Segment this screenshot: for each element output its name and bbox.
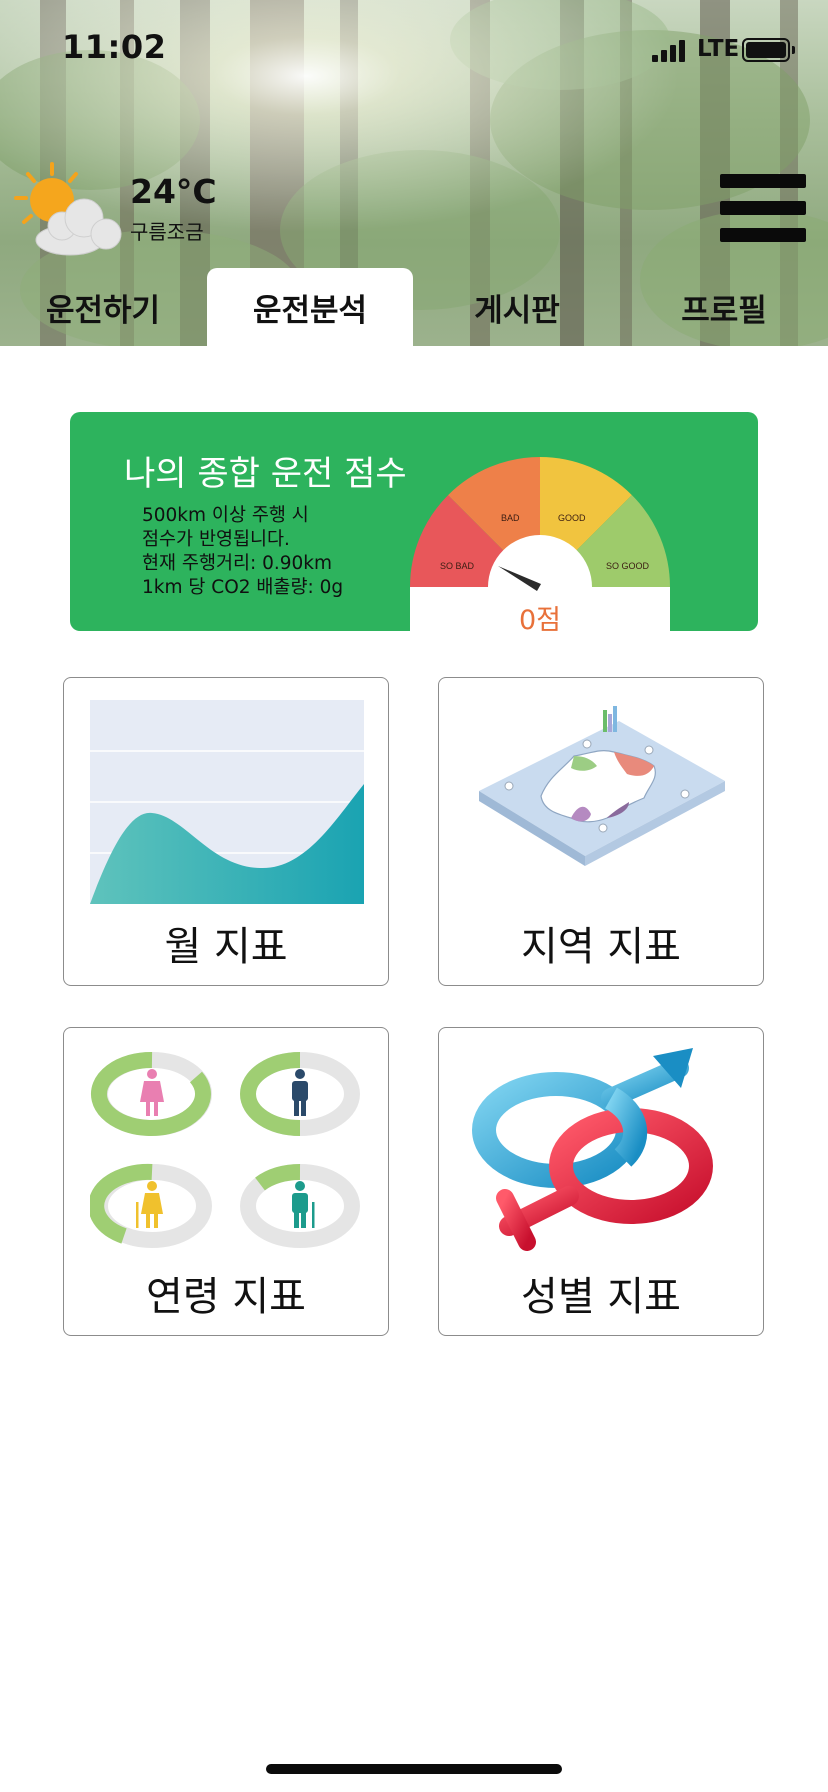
age-index-label: 연령 지표 bbox=[146, 1274, 306, 1320]
age-donut-icons bbox=[90, 1051, 360, 1248]
tab-board[interactable]: 게시판 bbox=[414, 268, 620, 346]
regional-index-tile[interactable]: 지역 지표 bbox=[438, 677, 764, 986]
gauge-label-so-bad: SO BAD bbox=[440, 561, 475, 571]
signal-icon bbox=[652, 40, 685, 62]
elderly-man-icon bbox=[292, 1181, 315, 1228]
area-chart-icon bbox=[90, 700, 364, 904]
woman-icon bbox=[140, 1069, 164, 1116]
man-icon bbox=[292, 1069, 308, 1116]
score-desc-line: 1km 당 CO2 배출량: 0g bbox=[142, 577, 344, 598]
gender-index-label: 성별 지표 bbox=[521, 1274, 681, 1320]
score-value: 0점 bbox=[518, 605, 562, 631]
regional-index-label: 지역 지표 bbox=[521, 924, 681, 970]
tab-driving-analysis[interactable]: 운전분석 bbox=[207, 268, 413, 346]
gauge-label-good: GOOD bbox=[558, 513, 586, 523]
clock: 11:02 bbox=[62, 28, 167, 66]
gauge-label-so-good: SO GOOD bbox=[606, 561, 650, 571]
driving-score-card[interactable]: 나의 종합 운전 점수 500km 이상 주행 시 점수가 반영됩니다. 현재 … bbox=[70, 412, 758, 631]
tab-profile[interactable]: 프로필 bbox=[621, 268, 827, 346]
hamburger-menu-icon[interactable] bbox=[720, 174, 806, 242]
monthly-index-tile[interactable]: 월 지표 bbox=[63, 677, 389, 986]
network-type: LTE bbox=[697, 36, 740, 62]
age-index-tile[interactable]: 연령 지표 bbox=[63, 1027, 389, 1336]
tab-bar: 운전하기 운전분석 게시판 프로필 bbox=[0, 268, 828, 346]
gender-symbols-icon bbox=[472, 1048, 713, 1251]
gauge-label-bad: BAD bbox=[501, 513, 520, 523]
battery-icon bbox=[742, 38, 795, 62]
header: 11:02 LTE 24°C 구름조금 운전하기 운전분석 게시판 프로필 bbox=[0, 0, 828, 346]
score-card-title: 나의 종합 운전 점수 bbox=[124, 454, 407, 494]
score-desc-line: 500km 이상 주행 시 bbox=[142, 505, 309, 526]
score-desc-line: 현재 주행거리: 0.90km bbox=[142, 553, 333, 574]
isometric-map-icon bbox=[479, 706, 725, 866]
score-desc-line: 점수가 반영됩니다. bbox=[142, 529, 290, 550]
tab-driving[interactable]: 운전하기 bbox=[0, 268, 206, 346]
home-indicator[interactable] bbox=[266, 1764, 562, 1774]
score-card-description: 500km 이상 주행 시 점수가 반영됩니다. 현재 주행거리: 0.90km… bbox=[142, 504, 343, 600]
temperature: 24°C bbox=[130, 172, 217, 211]
partly-cloudy-icon bbox=[14, 162, 122, 256]
monthly-index-label: 월 지표 bbox=[164, 924, 288, 970]
elderly-woman-icon bbox=[136, 1181, 163, 1228]
weather-condition: 구름조금 bbox=[130, 220, 204, 244]
gender-index-tile[interactable]: 성별 지표 bbox=[438, 1027, 764, 1336]
status-bar: 11:02 LTE bbox=[0, 0, 828, 100]
